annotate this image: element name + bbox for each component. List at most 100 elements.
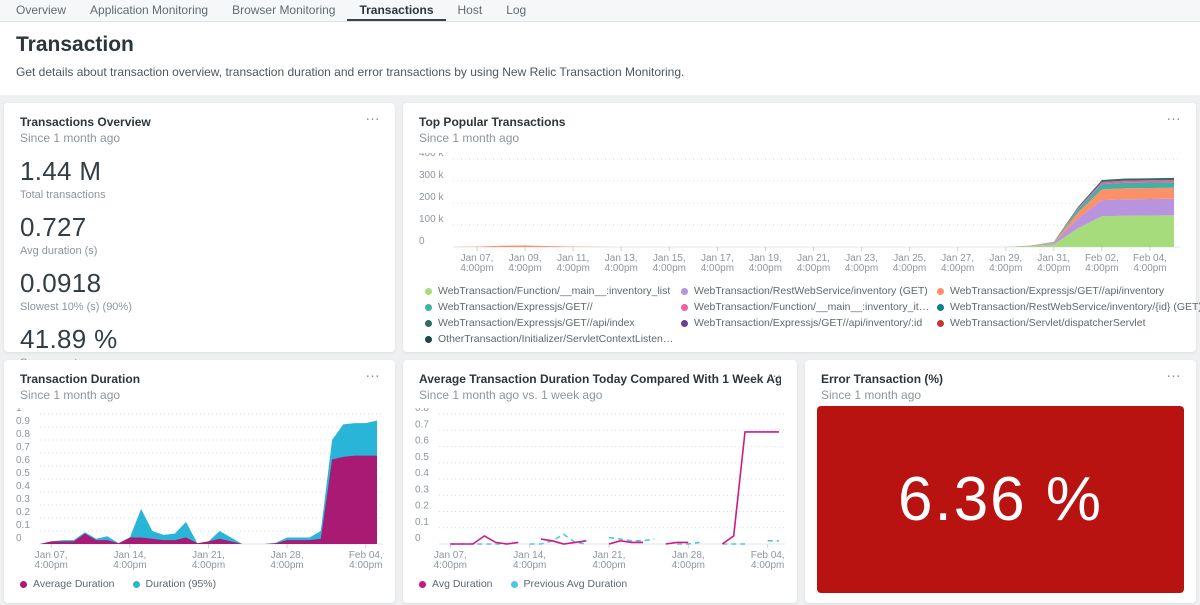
svg-text:0.5: 0.5 xyxy=(16,468,30,479)
legend-label: WebTransaction/RestWebService/inventory/… xyxy=(950,301,1200,313)
tab-browser-monitoring[interactable]: Browser Monitoring xyxy=(220,0,347,21)
legend-column: WebTransaction/Function/__main__:invento… xyxy=(425,285,675,349)
legend-dot-icon xyxy=(937,288,944,295)
svg-text:4:00pm: 4:00pm xyxy=(508,263,541,274)
svg-text:4:00pm: 4:00pm xyxy=(513,560,546,571)
legend-dot-icon xyxy=(425,336,432,343)
legend-item[interactable]: WebTransaction/Expressjs/GET//api/invent… xyxy=(937,285,1200,297)
svg-text:0.5: 0.5 xyxy=(415,452,429,463)
tab-application-monitoring[interactable]: Application Monitoring xyxy=(78,0,220,21)
panel-subtitle: Since 1 month ago xyxy=(821,388,1180,402)
legend-dot-icon xyxy=(419,581,426,588)
svg-text:4:00pm: 4:00pm xyxy=(672,560,705,571)
svg-text:4:00pm: 4:00pm xyxy=(557,263,590,274)
legend-dot-icon xyxy=(425,320,432,327)
panel-subtitle: Since 1 month ago xyxy=(20,388,379,402)
metric-label: Avg duration (s) xyxy=(20,245,379,257)
legend-item[interactable]: WebTransaction/Function/__main__:invento… xyxy=(425,285,675,297)
metric-label: Slowest 10% (s) (90%) xyxy=(20,301,379,313)
legend-label: WebTransaction/Expressjs/GET//api/invent… xyxy=(950,285,1164,297)
ellipsis-menu-icon[interactable]: … xyxy=(1166,109,1182,123)
page-header: Transaction Get details about transactio… xyxy=(0,22,1200,95)
svg-text:4:00pm: 4:00pm xyxy=(592,560,625,571)
metric-avg-duration: 0.727 Avg duration (s) xyxy=(20,212,379,257)
transaction-duration-chart[interactable]: 10.90.80.70.60.50.40.30.20.10Jan 07,4:00… xyxy=(16,408,383,572)
svg-text:300 k: 300 k xyxy=(419,170,444,181)
panel-subtitle: Since 1 month ago xyxy=(419,131,1180,145)
svg-text:0.3: 0.3 xyxy=(415,484,429,495)
tab-log[interactable]: Log xyxy=(494,0,538,21)
legend-item[interactable]: WebTransaction/Expressjs/GET//api/index xyxy=(425,317,675,329)
ellipsis-menu-icon[interactable]: … xyxy=(767,366,783,380)
svg-text:4:00pm: 4:00pm xyxy=(893,263,926,274)
legend-item[interactable]: WebTransaction/Servlet/dispatcherServlet xyxy=(937,317,1200,329)
legend-label: Duration (95%) xyxy=(146,578,217,590)
dashboard-page: { "nav": { "tabs": [ {"label": "Overview… xyxy=(0,0,1200,605)
svg-text:0.6: 0.6 xyxy=(415,436,429,447)
svg-text:0: 0 xyxy=(419,236,425,247)
legend-item[interactable]: WebTransaction/RestWebService/inventory/… xyxy=(937,301,1200,313)
legend-item[interactable]: Average Duration xyxy=(20,578,115,590)
ellipsis-menu-icon[interactable]: … xyxy=(365,366,381,380)
legend-dot-icon xyxy=(425,288,432,295)
legend-dot-icon xyxy=(937,320,944,327)
svg-text:4:00pm: 4:00pm xyxy=(113,560,146,571)
svg-text:0.7: 0.7 xyxy=(415,419,429,430)
svg-text:0.4: 0.4 xyxy=(16,481,30,492)
panel-title: Top Popular Transactions xyxy=(419,115,1180,129)
legend-dot-icon xyxy=(681,288,688,295)
legend-item[interactable]: OtherTransaction/Initializer/ServletCont… xyxy=(425,333,675,345)
chart-legend: WebTransaction/Function/__main__:invento… xyxy=(425,285,1180,349)
svg-text:0.3: 0.3 xyxy=(16,494,30,505)
legend-dot-icon xyxy=(425,304,432,311)
ellipsis-menu-icon[interactable]: … xyxy=(365,109,381,123)
legend-dot-icon xyxy=(133,581,140,588)
svg-text:4:00pm: 4:00pm xyxy=(192,560,225,571)
panel-error-transaction: Error Transaction (%) Since 1 month ago … xyxy=(805,360,1196,603)
svg-text:4:00pm: 4:00pm xyxy=(845,263,878,274)
tab-transactions[interactable]: Transactions xyxy=(347,0,445,21)
svg-text:4:00pm: 4:00pm xyxy=(751,560,784,571)
svg-text:200 k: 200 k xyxy=(419,192,444,203)
top-nav: OverviewApplication MonitoringBrowser Mo… xyxy=(0,0,1200,22)
top-popular-transactions-chart[interactable]: 400 k300 k200 k100 k0Jan 07,4:00pmJan 09… xyxy=(419,153,1180,275)
legend-dot-icon xyxy=(681,304,688,311)
avg-duration-compare-chart[interactable]: 0.80.70.60.50.40.30.20.10Jan 07,4:00pmJa… xyxy=(415,408,785,572)
legend-item[interactable]: WebTransaction/Function/__main__:invento… xyxy=(681,301,931,313)
metric-value: 1.44 M xyxy=(20,156,379,187)
svg-text:0: 0 xyxy=(16,533,22,544)
legend-item[interactable]: Avg Duration xyxy=(419,578,493,590)
panel-subtitle: Since 1 month ago vs. 1 week ago xyxy=(419,388,781,402)
svg-text:4:00pm: 4:00pm xyxy=(941,263,974,274)
metric-label: Total transactions xyxy=(20,189,379,201)
legend-item[interactable]: Duration (95%) xyxy=(133,578,217,590)
legend-item[interactable]: WebTransaction/RestWebService/inventory … xyxy=(681,285,931,297)
legend-label: Avg Duration xyxy=(432,578,493,590)
panel-title: Transaction Duration xyxy=(20,372,379,386)
legend-label: WebTransaction/Expressjs/GET//api/invent… xyxy=(694,317,922,329)
legend-label: WebTransaction/Function/__main__:invento… xyxy=(694,301,931,313)
svg-text:4:00pm: 4:00pm xyxy=(605,263,638,274)
legend-label: OtherTransaction/Initializer/ServletCont… xyxy=(438,333,675,345)
legend-label: WebTransaction/Expressjs/GET// xyxy=(438,301,593,313)
legend-item[interactable]: WebTransaction/Expressjs/GET//api/invent… xyxy=(681,317,931,329)
legend-item[interactable]: WebTransaction/Expressjs/GET// xyxy=(425,301,675,313)
legend-label: Previous Avg Duration xyxy=(524,578,628,590)
ellipsis-menu-icon[interactable]: … xyxy=(1166,366,1182,380)
svg-text:4:00pm: 4:00pm xyxy=(1037,263,1070,274)
error-rate-value: 6.36 % xyxy=(898,464,1103,535)
tab-host[interactable]: Host xyxy=(446,0,495,21)
chart-legend: Average Duration Duration (95%) xyxy=(20,578,379,594)
panel-title: Average Transaction Duration Today Compa… xyxy=(419,372,781,386)
panel-top-popular-transactions: Top Popular Transactions Since 1 month a… xyxy=(403,103,1196,352)
panel-title: Error Transaction (%) xyxy=(821,372,1180,386)
metric-slowest-10: 0.0918 Slowest 10% (s) (90%) xyxy=(20,268,379,313)
svg-text:0.2: 0.2 xyxy=(415,501,429,512)
legend-item[interactable]: Previous Avg Duration xyxy=(511,578,628,590)
legend-label: WebTransaction/Servlet/dispatcherServlet xyxy=(950,317,1146,329)
legend-dot-icon xyxy=(511,581,518,588)
tab-overview[interactable]: Overview xyxy=(4,0,78,21)
svg-text:4:00pm: 4:00pm xyxy=(460,263,493,274)
panel-subtitle: Since 1 month ago xyxy=(20,131,379,145)
page-description: Get details about transaction overview, … xyxy=(16,65,1184,79)
